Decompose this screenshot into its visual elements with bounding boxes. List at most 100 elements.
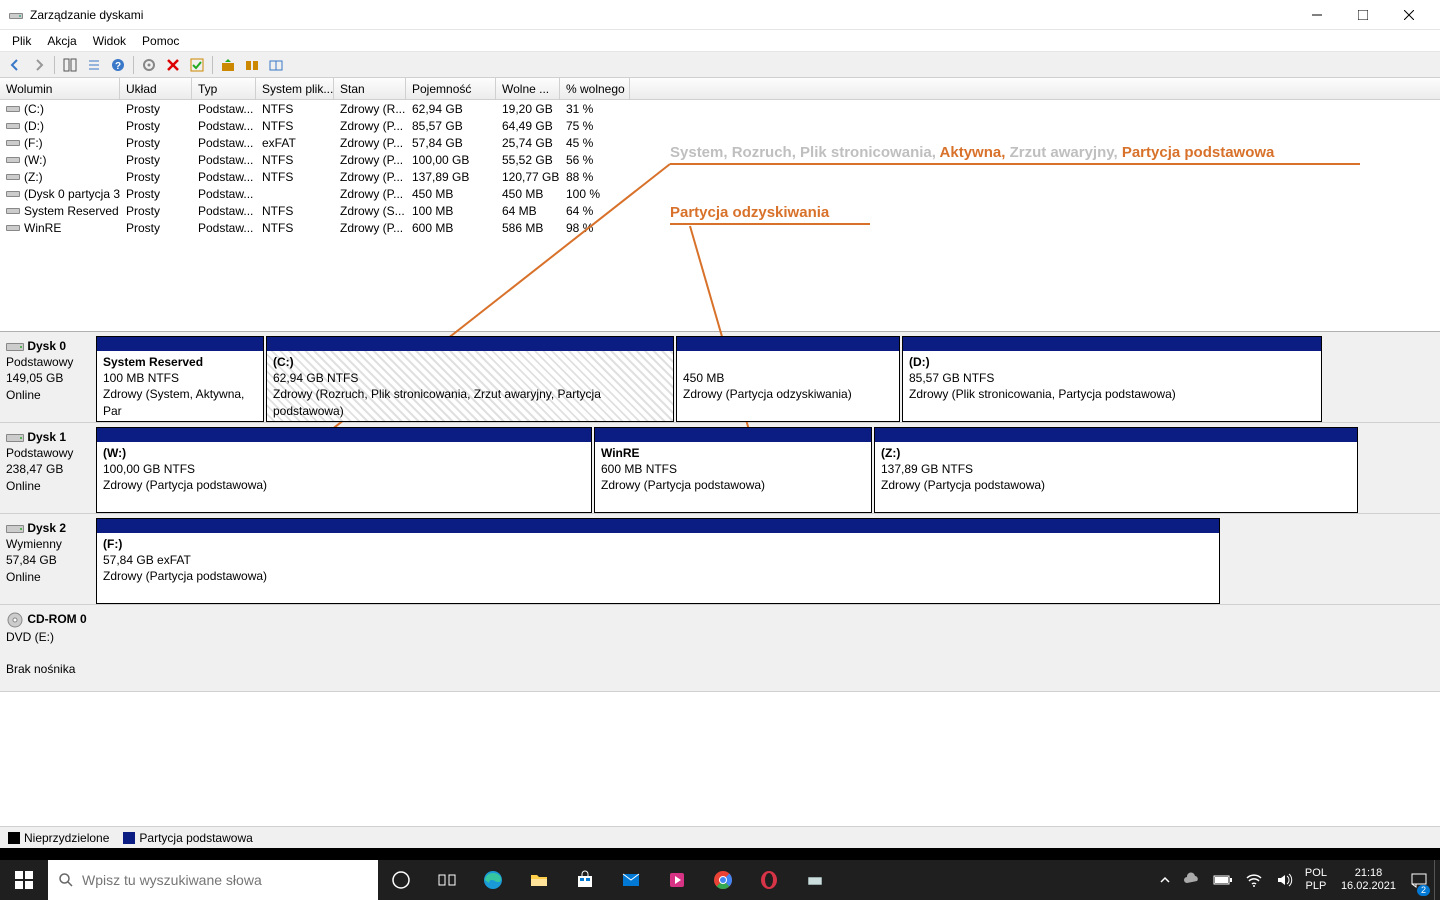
partition[interactable]: (D:)85,57 GB NTFSZdrowy (Plik stronicowa…	[902, 336, 1322, 422]
back-button[interactable]	[4, 54, 26, 76]
column-header-capacity[interactable]: Pojemność	[406, 78, 496, 99]
cell-status: Zdrowy (P...	[334, 170, 406, 184]
column-header-volume[interactable]: Wolumin	[0, 78, 120, 99]
refresh-button[interactable]	[59, 54, 81, 76]
battery-icon[interactable]	[1207, 860, 1239, 900]
disk-row: Dysk 1Podstawowy238,47 GBOnline(W:)100,0…	[0, 423, 1440, 514]
cortana-icon[interactable]	[378, 860, 424, 900]
help-button[interactable]: ?	[107, 54, 129, 76]
action-button-1[interactable]	[217, 54, 239, 76]
menu-widok[interactable]: Widok	[85, 32, 134, 50]
column-header-type[interactable]: Typ	[192, 78, 256, 99]
search-input[interactable]	[82, 872, 368, 888]
partition[interactable]: (W:)100,00 GB NTFSZdrowy (Partycja podst…	[96, 427, 592, 513]
menu-akcja[interactable]: Akcja	[39, 32, 84, 50]
disk-info[interactable]: Dysk 1Podstawowy238,47 GBOnline	[0, 423, 96, 513]
disk-partitions: System Reserved100 MB NTFSZdrowy (System…	[96, 332, 1440, 422]
clock[interactable]: 21:18 16.02.2021	[1333, 860, 1404, 900]
cell-capacity: 600 MB	[406, 221, 496, 235]
app-icon[interactable]	[792, 860, 838, 900]
list-button[interactable]	[83, 54, 105, 76]
cell-capacity: 85,57 GB	[406, 119, 496, 133]
menubar: Plik Akcja Widok Pomoc	[0, 30, 1440, 52]
cell-layout: Prosty	[120, 153, 192, 167]
forward-button[interactable]	[28, 54, 50, 76]
cell-volume: (D:)	[0, 119, 120, 133]
cell-volume: (W:)	[0, 153, 120, 167]
menu-pomoc[interactable]: Pomoc	[134, 32, 187, 50]
notification-badge: 2	[1417, 885, 1430, 896]
disk-row: Dysk 0Podstawowy149,05 GBOnlineSystem Re…	[0, 332, 1440, 423]
cell-pctfree: 88 %	[560, 170, 630, 184]
action-button-2[interactable]	[241, 54, 263, 76]
table-row[interactable]: System ReservedProstyPodstaw...NTFSZdrow…	[0, 202, 1440, 219]
table-row[interactable]: (C:)ProstyPodstaw...NTFSZdrowy (R...62,9…	[0, 100, 1440, 117]
partition[interactable]: (Z:)137,89 GB NTFSZdrowy (Partycja podst…	[874, 427, 1358, 513]
settings-button[interactable]	[138, 54, 160, 76]
column-header-pctfree[interactable]: % wolnego	[560, 78, 630, 99]
tray-chevron-icon[interactable]	[1153, 860, 1177, 900]
delete-button[interactable]	[162, 54, 184, 76]
column-header-layout[interactable]: Układ	[120, 78, 192, 99]
cell-type: Podstaw...	[192, 187, 256, 201]
show-desktop-button[interactable]	[1434, 860, 1440, 900]
chrome-icon[interactable]	[700, 860, 746, 900]
language-indicator[interactable]: POL PLP	[1299, 860, 1333, 900]
volume-icon[interactable]	[1269, 860, 1299, 900]
table-row[interactable]: (Z:)ProstyPodstaw...NTFSZdrowy (P...137,…	[0, 168, 1440, 185]
cell-free: 25,74 GB	[496, 136, 560, 150]
wifi-icon[interactable]	[1239, 860, 1269, 900]
window-close-button[interactable]	[1386, 0, 1432, 30]
cell-capacity: 57,84 GB	[406, 136, 496, 150]
table-row[interactable]: WinREProstyPodstaw...NTFSZdrowy (P...600…	[0, 219, 1440, 236]
notifications-icon[interactable]: 2	[1404, 860, 1434, 900]
edge-icon[interactable]	[470, 860, 516, 900]
onedrive-icon[interactable]	[1177, 860, 1207, 900]
menu-plik[interactable]: Plik	[4, 32, 39, 50]
table-row[interactable]: (W:)ProstyPodstaw...NTFSZdrowy (P...100,…	[0, 151, 1440, 168]
cell-type: Podstaw...	[192, 221, 256, 235]
taskbar-search[interactable]	[48, 860, 378, 900]
taskview-icon[interactable]	[424, 860, 470, 900]
disk-info[interactable]: CD-ROM 0DVD (E:)Brak nośnika	[0, 605, 96, 691]
disk-info[interactable]: Dysk 2Wymienny57,84 GBOnline	[0, 514, 96, 604]
disk-row: CD-ROM 0DVD (E:)Brak nośnika	[0, 605, 1440, 692]
opera-icon[interactable]	[746, 860, 792, 900]
disk-partitions: (F:)57,84 GB exFATZdrowy (Partycja podst…	[96, 514, 1440, 604]
cell-pctfree: 64 %	[560, 204, 630, 218]
partition[interactable]: (F:)57,84 GB exFATZdrowy (Partycja podst…	[96, 518, 1220, 604]
cell-pctfree: 31 %	[560, 102, 630, 116]
table-row[interactable]: (F:)ProstyPodstaw...exFATZdrowy (P...57,…	[0, 134, 1440, 151]
window-minimize-button[interactable]	[1294, 0, 1340, 30]
legend-swatch	[123, 832, 135, 844]
partition[interactable]: System Reserved100 MB NTFSZdrowy (System…	[96, 336, 264, 422]
cell-free: 55,52 GB	[496, 153, 560, 167]
partition[interactable]: 450 MBZdrowy (Partycja odzyskiwania)	[676, 336, 900, 422]
desktop-strip	[0, 848, 1440, 860]
check-button[interactable]	[186, 54, 208, 76]
column-header-status[interactable]: Stan	[334, 78, 406, 99]
start-button[interactable]	[0, 860, 48, 900]
table-row[interactable]: (D:)ProstyPodstaw...NTFSZdrowy (P...85,5…	[0, 117, 1440, 134]
disk-info[interactable]: Dysk 0Podstawowy149,05 GBOnline	[0, 332, 96, 422]
svg-text:?: ?	[115, 61, 121, 72]
cell-capacity: 100 MB	[406, 204, 496, 218]
mail-icon[interactable]	[608, 860, 654, 900]
column-header-free[interactable]: Wolne ...	[496, 78, 560, 99]
search-icon	[58, 872, 74, 888]
partition[interactable]: (C:)62,94 GB NTFSZdrowy (Rozruch, Plik s…	[266, 336, 674, 422]
cell-free: 64,49 GB	[496, 119, 560, 133]
store-icon[interactable]	[562, 860, 608, 900]
disk-partitions: (W:)100,00 GB NTFSZdrowy (Partycja podst…	[96, 423, 1440, 513]
movies-icon[interactable]	[654, 860, 700, 900]
table-row[interactable]: (Dysk 0 partycja 3)ProstyPodstaw...Zdrow…	[0, 185, 1440, 202]
cell-type: Podstaw...	[192, 153, 256, 167]
partition[interactable]: WinRE600 MB NTFSZdrowy (Partycja podstaw…	[594, 427, 872, 513]
cell-fs: NTFS	[256, 221, 334, 235]
action-button-3[interactable]	[265, 54, 287, 76]
cell-free: 64 MB	[496, 204, 560, 218]
explorer-icon[interactable]	[516, 860, 562, 900]
cell-free: 586 MB	[496, 221, 560, 235]
column-header-fs[interactable]: System plik...	[256, 78, 334, 99]
window-maximize-button[interactable]	[1340, 0, 1386, 30]
